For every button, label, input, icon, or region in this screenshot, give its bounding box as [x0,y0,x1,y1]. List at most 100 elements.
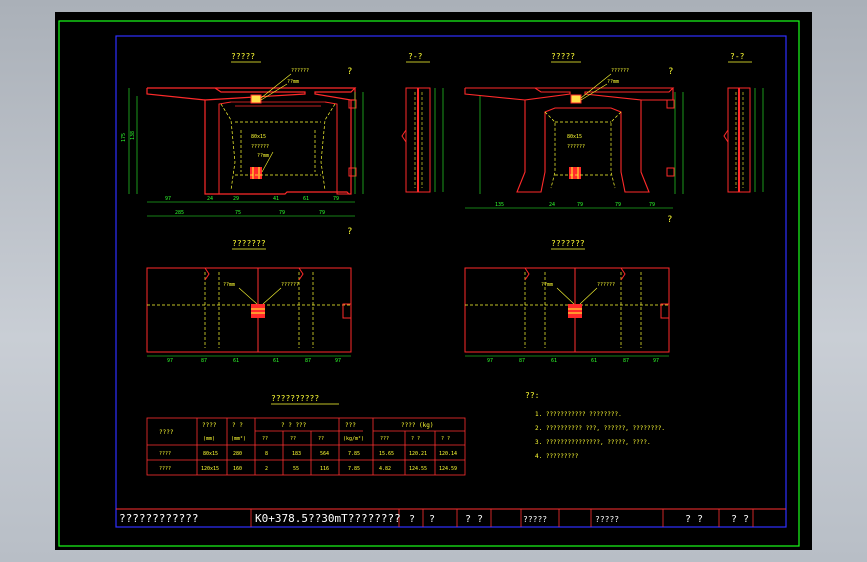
notes: ??: 1. ??????????? ????????. 2. ????????… [525,391,665,460]
marker-1b: ? [347,227,352,237]
section-3-title: ????? [551,52,575,61]
svg-text:? ?: ? ? [441,436,450,442]
svg-text:160: 160 [233,466,242,472]
note-2: 2. ?????????? ???, ??????, ????????. [535,425,665,432]
svg-text:15.65: 15.65 [379,451,394,457]
svg-text:183: 183 [292,451,301,457]
svg-text:2: 2 [265,466,268,472]
svg-text:124.55: 124.55 [409,466,427,472]
svg-text:??mm: ??mm [287,79,299,85]
svg-text:61: 61 [303,196,309,202]
svg-text:??????: ?????? [567,144,585,150]
svg-text:285: 285 [175,210,184,216]
plan-view-1: ??????? ??mm ?????? 97 87 61 61 87 97 [146,239,352,364]
svg-text:??????: ?????? [611,68,629,74]
svg-text:61: 61 [273,358,279,364]
section-4: ?-? [723,52,764,193]
svg-text:24: 24 [549,202,555,208]
svg-text:120x15: 120x15 [201,466,219,472]
svg-text:??: ?? [290,436,296,442]
svg-text:87: 87 [623,358,629,364]
svg-text:4.82: 4.82 [379,466,391,472]
svg-text:(kg/m²): (kg/m²) [343,436,364,442]
svg-text:7.85: 7.85 [348,451,360,457]
note-3: 3. ???????????????, ?????, ????. [535,439,651,446]
svg-text:29: 29 [233,196,239,202]
cross-section-3: ????? ? ?????? ??mm 80x15 ?????? 135 24 … [464,52,684,225]
cross-section-1: ????? ? ?????? ??mm 80x15 ?????? ??mm 17… [121,52,364,237]
svg-text:??????: ?????? [291,68,309,74]
svg-text:? ?: ? ? [685,514,703,525]
table-title: ?????????? [271,394,319,403]
svg-text:? ?: ? ? [411,436,420,442]
svg-text:120.21: 120.21 [409,451,427,457]
svg-text:????: ???? [159,466,171,472]
svg-text:?: ? [429,514,435,525]
svg-text:????: ???? [159,451,171,457]
section-2-title: ?-? [408,52,423,61]
svg-text:75: 75 [235,210,241,216]
note-4: 4. ????????? [535,453,579,460]
svg-text:79: 79 [333,196,339,202]
svg-text:???: ??? [345,422,356,429]
svg-text:564: 564 [320,451,329,457]
svg-text:61: 61 [551,358,557,364]
svg-text:??????: ?????? [597,282,615,288]
plan-view-2: ??????? ??mm ?????? 97 87 61 61 87 97 [464,239,670,364]
svg-text:? ?: ? ? [232,422,243,429]
svg-text:?: ? [668,67,673,77]
svg-text:?: ? [667,215,672,225]
plan-1-title: ??????? [232,239,266,248]
svg-text:? ?: ? ? [731,514,749,525]
svg-text:175: 175 [121,133,127,142]
drawing-name: K0+378.5??30mT???????? [255,512,401,525]
svg-text:79: 79 [319,210,325,216]
svg-text:97: 97 [653,358,659,364]
project-name: ???????????? [119,512,198,525]
svg-text:80x15: 80x15 [567,134,582,140]
plan-2-title: ??????? [551,239,585,248]
svg-text:61: 61 [591,358,597,364]
svg-text:(mm): (mm) [203,436,215,442]
section-1-title: ????? [231,52,255,61]
svg-text:97: 97 [167,358,173,364]
svg-text:135: 135 [495,202,504,208]
svg-text:87: 87 [519,358,525,364]
svg-text:120.14: 120.14 [439,451,457,457]
svg-text:?????: ????? [523,515,547,524]
svg-text:???: ??? [380,436,389,442]
svg-text:79: 79 [649,202,655,208]
svg-text:8: 8 [265,451,268,457]
svg-text:61: 61 [233,358,239,364]
section-2: ?-? [401,52,444,193]
svg-text:138: 138 [130,131,136,140]
svg-text:97: 97 [165,196,171,202]
svg-text:?????: ????? [595,515,619,524]
svg-text:7.85: 7.85 [348,466,360,472]
cad-viewport[interactable]: ????? ? ?????? ??mm 80x15 ?????? ??mm 17… [55,12,812,550]
drawing-sheet: ????? ? ?????? ??mm 80x15 ?????? ??mm 17… [58,20,800,547]
svg-text:? ? ???: ? ? ??? [281,422,307,429]
svg-text:79: 79 [615,202,621,208]
marker-1: ? [347,67,352,77]
section-4-title: ?-? [730,52,745,61]
note-1: 1. ??????????? ????????. [535,411,622,418]
svg-text:(mm²): (mm²) [231,436,246,442]
notes-title: ??: [525,391,539,400]
svg-text:124.59: 124.59 [439,466,457,472]
svg-text:280: 280 [233,451,242,457]
title-block: ???????????? K0+378.5??30mT???????? ? ? … [116,508,786,527]
svg-text:??????: ?????? [251,144,269,150]
svg-text:??: ?? [318,436,324,442]
svg-text:55: 55 [293,466,299,472]
material-table: ?????????? ???? ???? ? ? ? ? ??? ??? ???… [146,394,466,476]
svg-text:??mm: ??mm [607,79,619,85]
svg-text:79: 79 [279,210,285,216]
svg-text:? ?: ? ? [465,514,483,525]
svg-text:87: 87 [201,358,207,364]
svg-text:??????: ?????? [281,282,299,288]
svg-text:79: 79 [577,202,583,208]
svg-text:??: ?? [262,436,268,442]
svg-text:116: 116 [320,466,329,472]
svg-text:??mm: ??mm [223,282,235,288]
